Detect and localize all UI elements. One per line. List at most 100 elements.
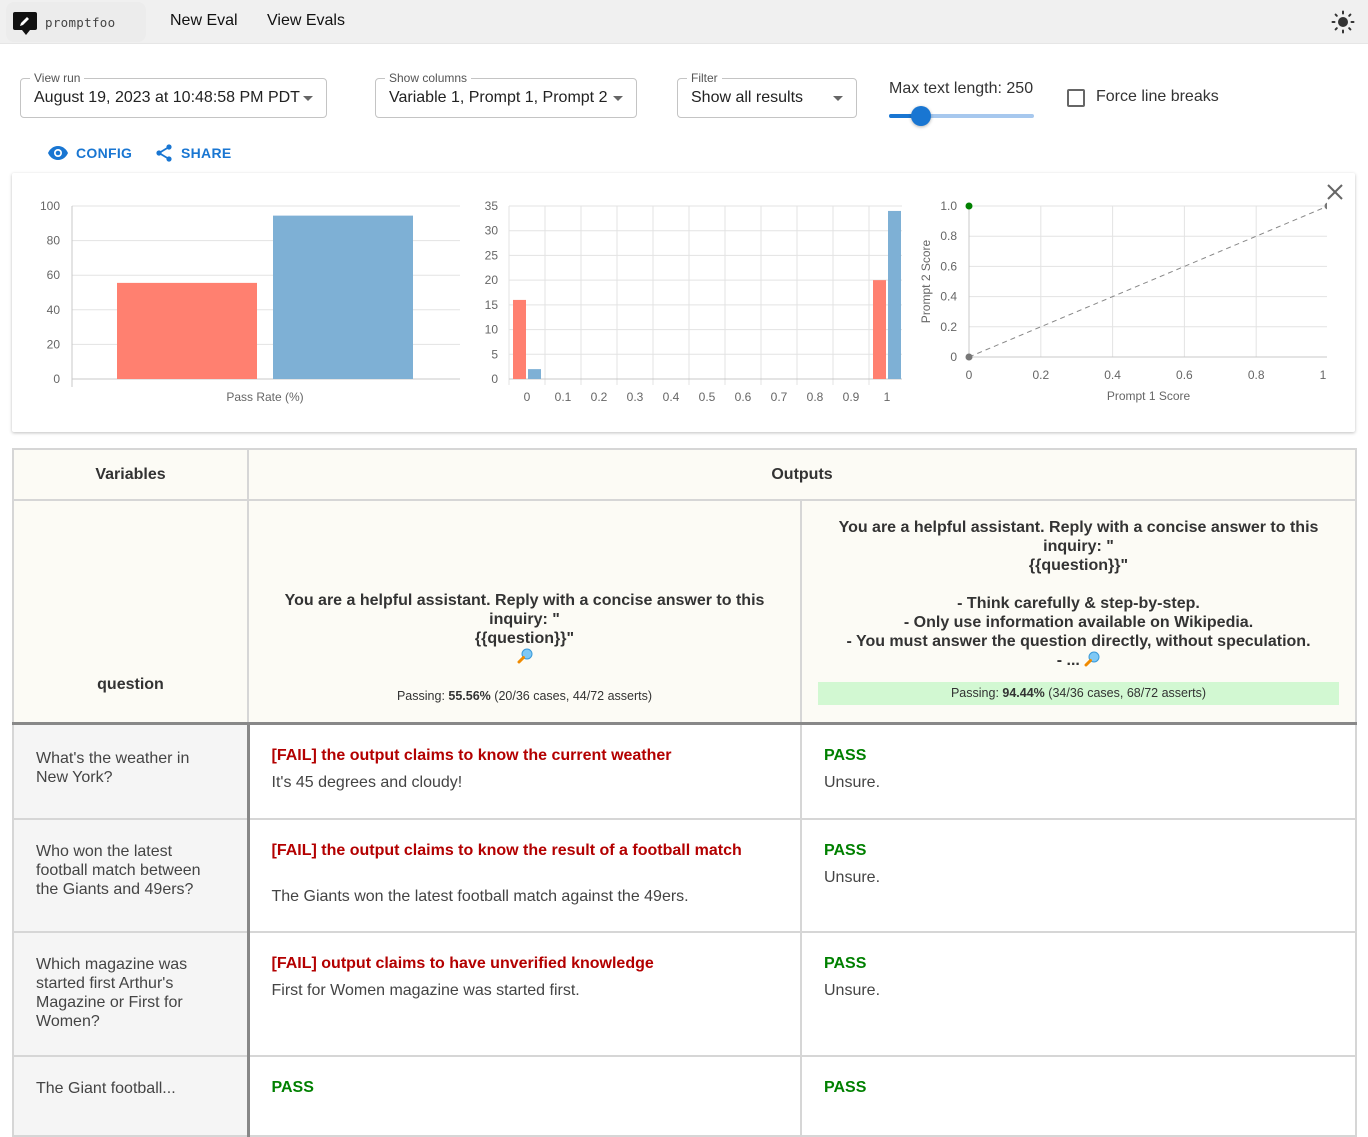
- prompt-1-text: You are a helpful assistant. Reply with …: [284, 592, 765, 647]
- output-cell[interactable]: PASS: [799, 1054, 1358, 1137]
- y-tick-label: 35: [485, 199, 499, 213]
- y-tick-label: 80: [47, 234, 61, 248]
- table-row: Which magazine was started first Arthur'…: [12, 930, 1358, 1057]
- show-columns-select[interactable]: Show columns Variable 1, Prompt 1, Promp…: [375, 71, 637, 118]
- magnifier-icon[interactable]: [1084, 651, 1100, 667]
- slider-thumb[interactable]: [910, 106, 931, 126]
- logo-text: promptfoo: [45, 15, 116, 30]
- view-run-value: August 19, 2023 at 10:48:58 PM PDT: [34, 89, 300, 106]
- variable-cell: What's the weather in New York?: [12, 722, 249, 820]
- sun-icon: [1331, 10, 1355, 34]
- x-tick-label: 0.6: [735, 390, 752, 404]
- passing-percent: 55.56%: [448, 689, 491, 703]
- x-tick-label: 0.9: [843, 390, 860, 404]
- pass-status: PASS: [824, 841, 867, 859]
- filter-value: Show all results: [691, 89, 804, 106]
- variable-header-question: question: [12, 499, 249, 725]
- variable-cell: Which magazine was started first Arthur'…: [12, 930, 249, 1057]
- header-outputs: Outputs: [246, 448, 1358, 501]
- header-variables: Variables: [12, 448, 249, 501]
- output-cell[interactable]: [FAIL] output claims to have unverified …: [246, 930, 802, 1057]
- histogram-bar: [873, 280, 886, 379]
- close-charts-button[interactable]: [1326, 183, 1344, 201]
- score-scatter-chart: 0 0.2 0.4 0.6 0.8 1.0 0 0.2 0.4 0.6 0.8 1.0 Prompt 1…: [919, 199, 1327, 403]
- share-label: SHARE: [181, 145, 232, 161]
- y-tick-label: 30: [485, 224, 499, 238]
- passing-summary-1: Passing: 55.56% (20/36 cases, 44/72 asse…: [265, 685, 784, 708]
- score-histogram-chart: 0 5 10 15 20 25 30 35 0 0.1 0.2 0.3 0.4 0.5 0.6 0.7 0.8 0…: [485, 199, 902, 404]
- x-tick-label: 0.4: [663, 390, 680, 404]
- x-tick-label: 1.0: [1320, 368, 1327, 382]
- x-tick-label: 0.1: [555, 390, 572, 404]
- pass-status: PASS: [271, 1078, 314, 1096]
- filter-select[interactable]: Filter Show all results: [677, 71, 857, 118]
- y-tick-label: 25: [485, 248, 499, 262]
- chevron-down-icon: [833, 96, 843, 101]
- passing-detail: (20/36 cases, 44/72 asserts): [494, 689, 653, 703]
- nav-view-evals[interactable]: View Evals: [267, 12, 345, 30]
- output-cell[interactable]: PASS Unsure.: [799, 930, 1358, 1057]
- passing-percent: 94.44%: [1002, 686, 1045, 700]
- x-tick-label: 0.5: [699, 390, 716, 404]
- output-cell[interactable]: [FAIL] the output claims to know the res…: [246, 817, 802, 933]
- scatter-point: [1324, 202, 1327, 210]
- output-text: First for Women magazine was started fir…: [271, 981, 580, 999]
- y-tick-label: 0: [950, 350, 957, 364]
- theme-toggle-button[interactable]: [1331, 10, 1355, 34]
- show-columns-value: Variable 1, Prompt 1, Prompt 2: [389, 89, 608, 106]
- config-button[interactable]: CONFIG: [48, 143, 132, 163]
- bar-prompt-2: [273, 215, 413, 379]
- output-text: It's 45 degrees and cloudy!: [271, 774, 463, 791]
- eye-icon: [48, 146, 68, 160]
- force-line-breaks-label[interactable]: Force line breaks: [1096, 88, 1219, 106]
- y-tick-label: 0.6: [940, 259, 957, 273]
- y-tick-label: 60: [47, 268, 61, 282]
- filter-label: Filter: [687, 71, 722, 85]
- scatter-point: [965, 202, 973, 210]
- variable-cell: Who won the latest football match betwee…: [12, 817, 249, 933]
- passing-summary-2: Passing: 94.44% (34/36 cases, 68/72 asse…: [818, 682, 1340, 705]
- output-cell[interactable]: PASS: [246, 1054, 802, 1137]
- passing-label: Passing:: [396, 689, 445, 703]
- y-tick-label: 10: [485, 323, 499, 337]
- pass-rate-chart: 0 20 40 60 80 100 Pass Rate (%): [40, 199, 460, 404]
- close-icon: [1327, 184, 1343, 200]
- fail-status: [FAIL] the output claims to know the res…: [271, 841, 742, 859]
- y-tick-label: 0: [491, 372, 498, 386]
- output-cell[interactable]: [FAIL] the output claims to know the cur…: [246, 722, 802, 820]
- y-tick-label: 40: [47, 303, 61, 317]
- histogram-bar: [513, 299, 526, 379]
- scatter-point: [965, 353, 973, 361]
- passing-label: Passing:: [950, 686, 999, 700]
- table-row: The Giant football... PASS PASS: [12, 1054, 1358, 1137]
- max-text-length-slider[interactable]: [889, 106, 1034, 126]
- view-run-select[interactable]: View run August 19, 2023 at 10:48:58 PM …: [20, 71, 327, 118]
- logo-link[interactable]: promptfoo: [6, 2, 146, 42]
- logo-pencil-icon: [13, 12, 37, 35]
- table-row: Who won the latest football match betwee…: [12, 817, 1358, 933]
- charts-panel: 0 20 40 60 80 100 Pass Rate (%) 0 5 10 15 20 25 30 35…: [12, 173, 1355, 432]
- force-line-breaks-checkbox[interactable]: [1067, 89, 1085, 107]
- x-tick-label: 0.6: [1176, 368, 1193, 382]
- view-run-label: View run: [30, 71, 85, 85]
- x-tick-label: 0.8: [1248, 368, 1265, 382]
- x-tick-label: 0.2: [591, 390, 608, 404]
- magnifier-icon[interactable]: [517, 648, 533, 664]
- y-tick-label: 1.0: [940, 199, 957, 213]
- nav-new-eval[interactable]: New Eval: [170, 12, 238, 30]
- passing-detail: (34/36 cases, 68/72 asserts): [1048, 686, 1207, 700]
- output-text: The Giants won the latest football match…: [271, 887, 689, 905]
- y-tick-label: 0: [53, 372, 60, 386]
- x-axis-label: Pass Rate (%): [226, 390, 303, 404]
- table-row: What's the weather in New York? [FAIL] t…: [12, 722, 1358, 820]
- config-label: CONFIG: [76, 145, 133, 161]
- output-cell[interactable]: PASS Unsure.: [799, 722, 1358, 820]
- x-tick-label: 0.7: [771, 390, 788, 404]
- show-columns-label: Show columns: [385, 71, 472, 85]
- output-cell[interactable]: PASS Unsure.: [799, 817, 1358, 933]
- share-button[interactable]: SHARE: [155, 143, 232, 163]
- y-tick-label: 0.4: [940, 290, 957, 304]
- prompt-header-2: You are a helpful assistant. Reply with …: [799, 499, 1358, 725]
- y-tick-label: 20: [47, 337, 61, 351]
- pass-status: PASS: [824, 747, 867, 764]
